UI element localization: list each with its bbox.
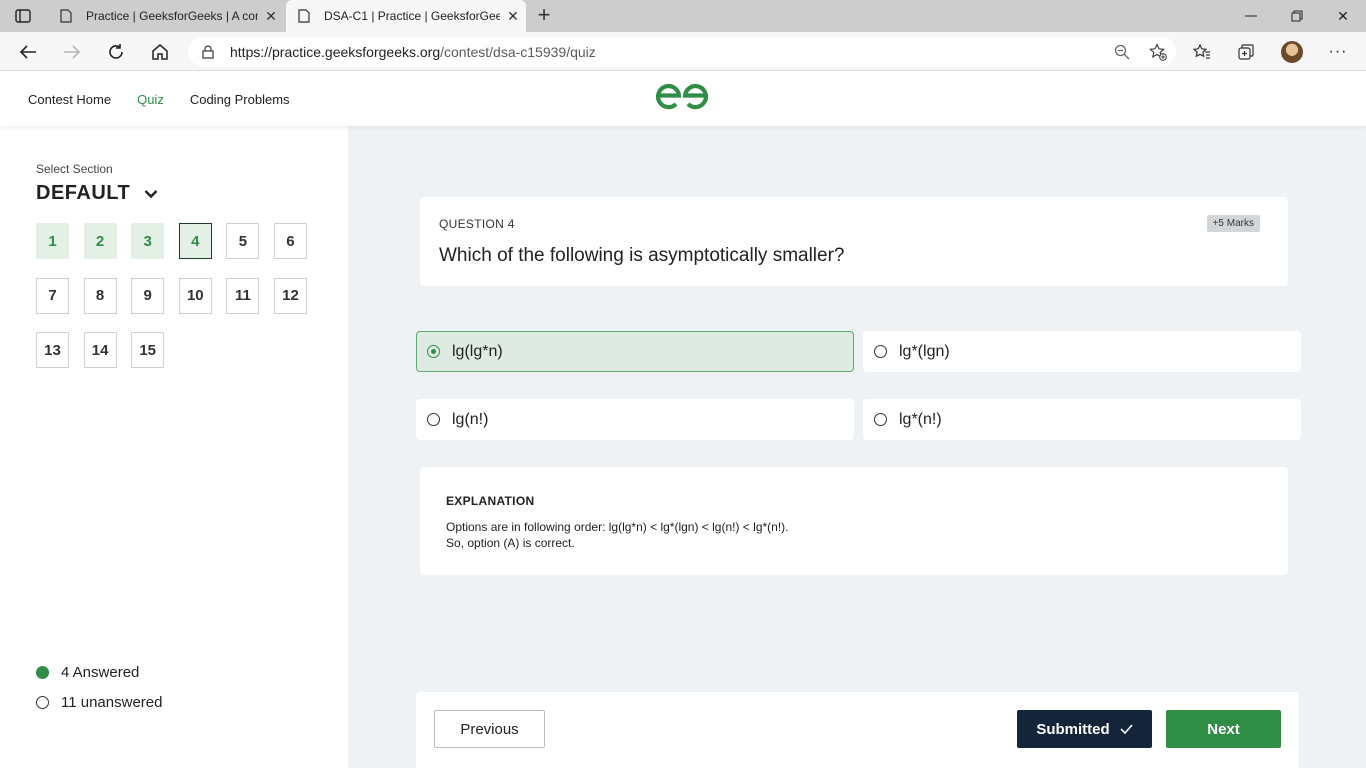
marks-badge: +5 Marks [1206, 215, 1260, 232]
refresh-icon[interactable] [102, 38, 130, 66]
home-icon[interactable] [146, 38, 174, 66]
question-sidebar: Select Section DEFAULT 1 2 3 4 5 6 7 8 9 10 11 12 13… [0, 126, 348, 768]
quiz-footer: Previous Submitted Next [416, 692, 1299, 768]
close-window-icon[interactable]: ✕ [1320, 0, 1366, 32]
option-c[interactable]: lg(n!) [416, 399, 854, 440]
question-nav-button[interactable]: 14 [83, 332, 117, 368]
section-dropdown[interactable]: DEFAULT [36, 182, 158, 205]
back-icon[interactable] [14, 38, 42, 66]
browser-toolbar: https://practice.geeksforgeeks.org/conte… [0, 32, 1366, 71]
tab-actions-icon[interactable] [12, 6, 34, 26]
explanation-line: So, option (A) is correct. [446, 536, 575, 550]
unanswered-dot-icon [36, 696, 49, 709]
browser-tab-practice[interactable]: Practice | GeeksforGeeks | A com ✕ [48, 0, 284, 32]
radio-icon[interactable] [427, 413, 440, 426]
question-nav-button[interactable]: 11 [226, 277, 260, 314]
page-icon [60, 9, 76, 23]
question-nav-button[interactable]: 1 [36, 223, 69, 259]
address-bar[interactable]: https://practice.geeksforgeeks.org/conte… [188, 37, 1176, 66]
question-grid: 1 2 3 4 5 6 7 8 9 10 11 12 13 14 15 [36, 223, 311, 368]
radio-icon[interactable] [874, 413, 887, 426]
restore-icon[interactable] [1274, 0, 1320, 32]
collections-icon[interactable] [1230, 38, 1262, 66]
tab-title: DSA-C1 | Practice | GeeksforGeeks [324, 9, 500, 23]
explanation-card: EXPLANATION Options are in following ord… [420, 467, 1288, 575]
forward-icon[interactable] [58, 38, 86, 66]
unanswered-count: 11 unanswered [61, 694, 163, 711]
question-nav-button[interactable]: 10 [178, 277, 212, 314]
browser-tab-bar: Practice | GeeksforGeeks | A com ✕ DSA-C… [0, 0, 1366, 32]
quiz-main: QUESTION 4 +5 Marks Which of the followi… [348, 126, 1366, 768]
option-text: lg(n!) [452, 410, 489, 428]
question-nav-button[interactable]: 6 [273, 223, 307, 259]
gfg-logo-icon[interactable] [654, 83, 710, 118]
question-nav-button[interactable]: 4 [178, 223, 212, 259]
url-text: https://practice.geeksforgeeks.org/conte… [230, 43, 596, 60]
new-tab-icon[interactable]: + [532, 4, 556, 28]
option-text: lg*(n!) [899, 410, 942, 428]
question-nav-button[interactable]: 3 [131, 223, 165, 259]
more-options-icon[interactable]: ··· [1322, 38, 1354, 66]
option-b[interactable]: lg*(lgn) [863, 331, 1301, 372]
question-nav-button[interactable]: 13 [36, 332, 69, 368]
radio-selected-icon[interactable] [427, 345, 440, 358]
nav-coding-problems[interactable]: Coding Problems [190, 92, 290, 107]
option-text: lg(lg*n) [452, 342, 503, 360]
explanation-line: Options are in following order: lg(lg*n)… [446, 520, 789, 534]
section-value: DEFAULT [36, 182, 131, 204]
question-text: Which of the following is asymptotically… [439, 245, 845, 266]
submitted-label: Submitted [1036, 720, 1110, 738]
option-a[interactable]: lg(lg*n) [416, 331, 854, 372]
question-number: QUESTION 4 [439, 217, 515, 231]
unanswered-legend: 11 unanswered [36, 694, 162, 711]
explanation-title: EXPLANATION [446, 494, 535, 508]
radio-icon[interactable] [874, 345, 887, 358]
answered-count: 4 Answered [61, 664, 140, 681]
checkmark-icon [1120, 721, 1133, 738]
zoom-out-icon[interactable] [1104, 44, 1140, 60]
question-nav-button[interactable]: 2 [83, 223, 117, 259]
submitted-button[interactable]: Submitted [1017, 710, 1152, 748]
tab-title: Practice | GeeksforGeeks | A com [86, 9, 258, 23]
answered-legend: 4 Answered [36, 664, 139, 681]
favorites-icon[interactable] [1186, 38, 1218, 66]
add-favorite-icon[interactable] [1140, 42, 1176, 61]
browser-tab-dsa[interactable]: DSA-C1 | Practice | GeeksforGeeks ✕ [286, 0, 526, 32]
option-text: lg*(lgn) [899, 342, 950, 360]
profile-avatar[interactable] [1276, 38, 1308, 66]
question-nav-button[interactable]: 12 [273, 277, 307, 314]
question-nav-button[interactable]: 8 [83, 277, 117, 314]
page-icon [298, 9, 314, 23]
next-button[interactable]: Next [1166, 710, 1281, 748]
question-nav-button[interactable]: 7 [36, 277, 69, 314]
question-nav-button[interactable]: 9 [131, 277, 165, 314]
chevron-down-icon[interactable] [144, 182, 158, 205]
nav-quiz[interactable]: Quiz [137, 92, 164, 107]
answered-dot-icon [36, 666, 49, 679]
minimize-icon[interactable] [1228, 0, 1274, 32]
question-nav-button[interactable]: 15 [131, 332, 165, 368]
lock-icon[interactable] [202, 44, 214, 59]
close-tab-icon[interactable]: ✕ [500, 8, 526, 25]
select-section-label: Select Section [36, 162, 113, 176]
question-card: QUESTION 4 +5 Marks Which of the followi… [420, 197, 1288, 286]
option-d[interactable]: lg*(n!) [863, 399, 1301, 440]
nav-contest-home[interactable]: Contest Home [28, 92, 111, 107]
avatar [1281, 41, 1303, 63]
question-nav-button[interactable]: 5 [226, 223, 260, 259]
close-tab-icon[interactable]: ✕ [258, 8, 284, 25]
site-header: Contest Home Quiz Coding Problems [0, 71, 1366, 126]
contest-nav: Contest Home Quiz Coding Problems [28, 92, 290, 107]
previous-button[interactable]: Previous [434, 710, 545, 748]
